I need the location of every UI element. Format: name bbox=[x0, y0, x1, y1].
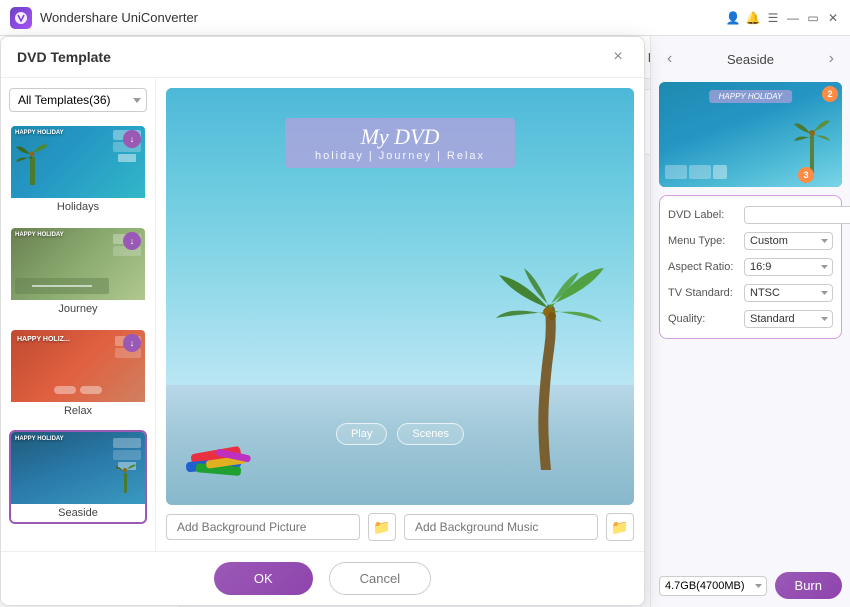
folder-icon: 📁 bbox=[373, 519, 390, 536]
settings-panel: DVD Label: Menu Type: Custom Standard No… bbox=[659, 195, 842, 339]
browse-bg-music-button[interactable]: 📁 bbox=[606, 513, 634, 541]
holidays-thumbnail: HAPPY HOLIDAY ↓ bbox=[11, 126, 145, 198]
menu-type-label: Menu Type: bbox=[668, 235, 740, 247]
next-arrow[interactable]: › bbox=[823, 48, 840, 70]
dvd-play-button[interactable]: Play bbox=[336, 423, 387, 445]
relax-thumbnail: HAPPY HOLIZ... ↓ bbox=[11, 330, 145, 402]
burn-bottom-bar: 4.7GB(4700MB) 8.5GB(8500MB) Burn bbox=[659, 572, 842, 599]
journey-thumbnail: HAPPY HOLIDAY ↓ bbox=[11, 228, 145, 300]
seaside-thumbnail: HAPPY HOLIDAY 2 3 bbox=[659, 82, 842, 187]
dvd-label-row: DVD Label: bbox=[668, 206, 833, 224]
quality-row: Quality: Standard High Low bbox=[668, 310, 833, 328]
minimize-icon[interactable]: — bbox=[786, 11, 800, 25]
burn-button[interactable]: Burn bbox=[775, 572, 842, 599]
dvd-template-body: All Templates(36) Holidays Journey Relax… bbox=[1, 78, 644, 551]
dvd-action-buttons: Play Scenes bbox=[336, 423, 464, 445]
seaside-label-tmpl: Seaside bbox=[11, 504, 145, 522]
close-icon[interactable]: ✕ bbox=[826, 11, 840, 25]
aspect-ratio-label: Aspect Ratio: bbox=[668, 261, 740, 273]
dvd-scenes-button[interactable]: Scenes bbox=[397, 423, 464, 445]
tv-standard-row: TV Standard: NTSC PAL bbox=[668, 284, 833, 302]
dvd-title-banner: My DVD holiday | Journey | Relax bbox=[285, 118, 515, 168]
maximize-icon[interactable]: ▭ bbox=[806, 11, 820, 25]
dvd-label-input[interactable] bbox=[744, 206, 850, 224]
dvd-dialog-footer: OK Cancel bbox=[1, 551, 644, 605]
journey-download-badge[interactable]: ↓ bbox=[123, 232, 141, 250]
beach-items bbox=[186, 410, 286, 485]
tv-standard-label: TV Standard: bbox=[668, 287, 740, 299]
folder-music-icon: 📁 bbox=[611, 519, 628, 536]
disc-size-select[interactable]: 4.7GB(4700MB) 8.5GB(8500MB) bbox=[659, 576, 767, 596]
template-item-relax[interactable]: HAPPY HOLIZ... ↓ Relax bbox=[9, 328, 147, 422]
dvd-subtitle-text: holiday | Journey | Relax bbox=[315, 150, 485, 162]
dvd-template-close-button[interactable]: × bbox=[608, 47, 628, 67]
dvd-canvas: My DVD holiday | Journey | Relax Play Sc… bbox=[166, 88, 634, 505]
dvd-template-header: DVD Template × bbox=[1, 37, 644, 78]
template-item-seaside[interactable]: HAPPY HOLIDAY bbox=[9, 430, 147, 524]
template-item-holidays[interactable]: HAPPY HOLIDAY ↓ Holidays bbox=[9, 124, 147, 218]
right-panel: ‹ Seaside › HAPPY HOLIDAY bbox=[650, 36, 850, 607]
badge-3: 3 bbox=[798, 167, 814, 183]
aspect-ratio-select[interactable]: 16:9 4:3 bbox=[744, 258, 833, 276]
window-controls: 👤 🔔 ☰ — ▭ ✕ bbox=[726, 11, 840, 25]
dvd-template-title: DVD Template bbox=[17, 49, 111, 65]
palm-tree bbox=[494, 250, 604, 475]
dvd-bottom-bar: 📁 📁 bbox=[166, 513, 634, 541]
template-sidebar: All Templates(36) Holidays Journey Relax… bbox=[1, 78, 156, 551]
ok-button[interactable]: OK bbox=[214, 562, 313, 595]
app-logo bbox=[10, 7, 32, 29]
dvd-template-dialog: DVD Template × All Templates(36) Holiday… bbox=[0, 36, 645, 606]
title-bar: Wondershare UniConverter 👤 🔔 ☰ — ▭ ✕ bbox=[0, 0, 850, 36]
profile-icon[interactable]: 👤 bbox=[726, 11, 740, 25]
browse-bg-picture-button[interactable]: 📁 bbox=[368, 513, 396, 541]
dvd-title-text: My DVD bbox=[315, 124, 485, 150]
menu-icon[interactable]: ☰ bbox=[766, 11, 780, 25]
tv-standard-select[interactable]: NTSC PAL bbox=[744, 284, 833, 302]
relax-download-badge[interactable]: ↓ bbox=[123, 334, 141, 352]
relax-label: Relax bbox=[11, 402, 145, 420]
dvd-preview-area: My DVD holiday | Journey | Relax Play Sc… bbox=[156, 78, 644, 551]
seaside-thumbnail-tmpl: HAPPY HOLIDAY bbox=[11, 432, 145, 504]
menu-type-row: Menu Type: Custom Standard None bbox=[668, 232, 833, 250]
seaside-label: Seaside bbox=[727, 52, 774, 67]
seaside-nav: ‹ Seaside › bbox=[659, 44, 842, 74]
app-title: Wondershare UniConverter bbox=[40, 10, 726, 25]
badge-2: 2 bbox=[822, 86, 838, 102]
add-background-picture-input[interactable] bbox=[166, 514, 360, 540]
menu-type-select[interactable]: Custom Standard None bbox=[744, 232, 833, 250]
cancel-button[interactable]: Cancel bbox=[329, 562, 431, 595]
thumb-ui-elements bbox=[665, 165, 727, 179]
holidays-label: Holidays bbox=[11, 198, 145, 216]
journey-label: Journey bbox=[11, 300, 145, 318]
prev-arrow[interactable]: ‹ bbox=[661, 48, 678, 70]
template-filter-select[interactable]: All Templates(36) Holidays Journey Relax… bbox=[9, 88, 147, 112]
dvd-label-label: DVD Label: bbox=[668, 209, 740, 221]
notification-icon[interactable]: 🔔 bbox=[746, 11, 760, 25]
aspect-ratio-row: Aspect Ratio: 16:9 4:3 bbox=[668, 258, 833, 276]
quality-label: Quality: bbox=[668, 313, 740, 325]
template-item-journey[interactable]: HAPPY HOLIDAY ↓ Journey bbox=[9, 226, 147, 320]
seaside-banner: HAPPY HOLIDAY bbox=[709, 90, 793, 103]
quality-select[interactable]: Standard High Low bbox=[744, 310, 833, 328]
holidays-download-badge[interactable]: ↓ bbox=[123, 130, 141, 148]
add-background-music-input[interactable] bbox=[404, 514, 598, 540]
